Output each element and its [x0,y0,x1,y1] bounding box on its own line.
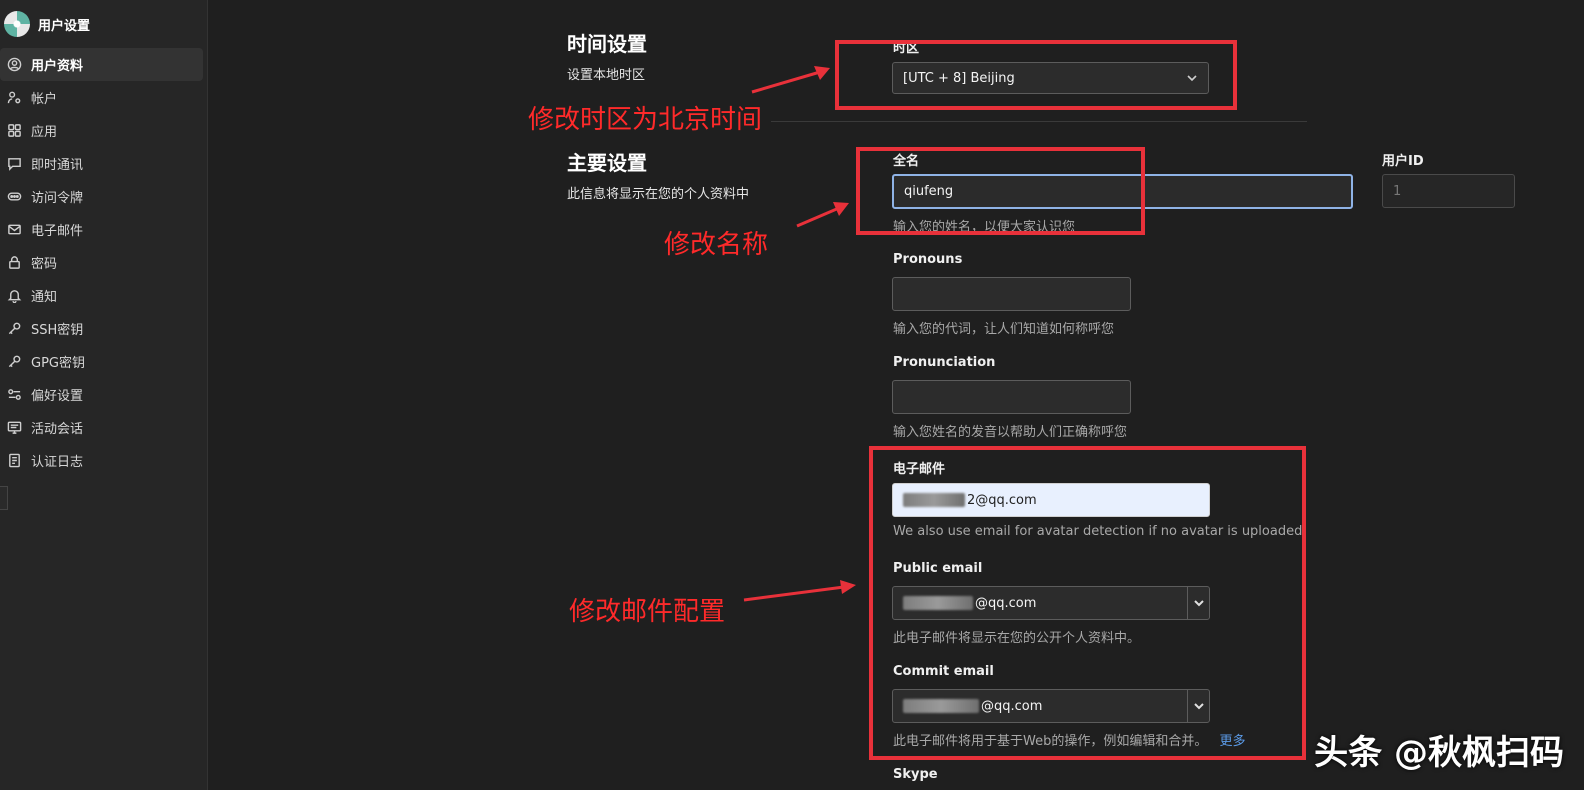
time-section-title: 时间设置 [567,32,647,56]
annotation-box-timezone [835,40,1237,110]
sidebar-item-label: 即时通讯 [31,158,84,173]
sidebar-item-label: 通知 [31,290,58,305]
sidebar-item-label: 帐户 [31,92,58,107]
user-circle-icon [6,57,22,73]
sidebar-item-label: 偏好设置 [31,389,84,404]
main-section-description: 此信息将显示在您的个人资料中 [567,187,750,202]
annotation-arrow [751,66,830,94]
sidebar-item-12[interactable]: 认证日志 [0,444,203,477]
annotation-email-note: 修改邮件配置 [569,597,726,627]
sidebar-nav: 用户资料帐户应用即时通讯访问令牌电子邮件密码通知 SSH密钥 GPG密钥偏好设置活动… [0,48,207,477]
pronunciation-help: 输入您姓名的发音以帮助人们正确称呼您 [893,425,1128,440]
pronunciation-label: Pronunciation [893,355,996,370]
lock-icon [6,255,22,271]
sidebar-item-label: 用户资料 [31,59,84,74]
annotation-box-email [869,446,1306,760]
pronouns-help: 输入您的代词，让人们知道如何称呼您 [893,322,1115,337]
sidebar-item-label: SSH密钥 [31,323,84,338]
sidebar-item-8[interactable]: SSH密钥 [0,312,203,345]
sidebar-item-6[interactable]: 密码 [0,246,203,279]
userid-input: 1 [1382,174,1515,208]
section-divider [771,121,1307,122]
monitor-icon [6,420,22,436]
sidebar-item-9[interactable]: GPG密钥 [0,345,203,378]
sidebar-item-4[interactable]: 访问令牌 [0,180,203,213]
sidebar-item-7[interactable]: 通知 [0,279,203,312]
sidebar-item-label: 活动会话 [31,422,84,437]
time-section-description: 设置本地时区 [567,68,646,83]
chat-bubble-icon [6,156,22,172]
annotation-box-name [856,147,1145,235]
bell-icon [6,288,22,304]
userid-label: 用户ID [1382,154,1424,169]
annotation-name-note: 修改名称 [664,230,769,260]
sidebar-item-1[interactable]: 帐户 [0,81,203,114]
mail-icon [6,222,22,238]
sidebar-item-3[interactable]: 即时通讯 [0,147,203,180]
sidebar-item-0[interactable]: 用户资料 [0,48,203,81]
sidebar-collapse-handle[interactable] [0,486,8,510]
main-section-title: 主要设置 [567,151,647,175]
sidebar-item-label: GPG密钥 [31,356,85,371]
sidebar-item-label: 电子邮件 [31,224,84,239]
skype-label: Skype [893,767,938,782]
sidebar-item-label: 应用 [31,125,58,140]
key-icon [6,354,22,370]
annotation-arrow [743,580,856,602]
sidebar-item-label: 访问令牌 [31,191,84,206]
watermark: 头条 @秋枫扫码 [1314,733,1564,773]
sidebar: 用户设置 用户资料帐户应用即时通讯访问令牌电子邮件密码通知 SSH密钥 GPG密钥偏… [0,0,208,790]
pronunciation-input[interactable] [892,380,1131,414]
sidebar-item-label: 认证日志 [31,455,84,470]
pronouns-label: Pronouns [893,252,963,267]
sidebar-item-2[interactable]: 应用 [0,114,203,147]
preferences-icon [6,387,22,403]
apps-grid-icon [6,123,22,139]
sidebar-title: 用户设置 [38,18,91,34]
sidebar-header: 用户设置 [0,0,207,48]
app-logo [4,11,30,37]
sidebar-item-label: 密码 [31,257,58,272]
key-icon [6,321,22,337]
annotation-arrow [796,202,849,228]
log-icon [6,453,22,469]
userid-value: 1 [1393,183,1402,199]
pronouns-input[interactable] [892,277,1131,311]
sidebar-item-11[interactable]: 活动会话 [0,411,203,444]
annotation-timezone-note: 修改时区为北京时间 [528,105,763,135]
user-gear-icon [6,90,22,106]
sidebar-item-10[interactable]: 偏好设置 [0,378,203,411]
token-icon [6,189,22,205]
sidebar-item-5[interactable]: 电子邮件 [0,213,203,246]
